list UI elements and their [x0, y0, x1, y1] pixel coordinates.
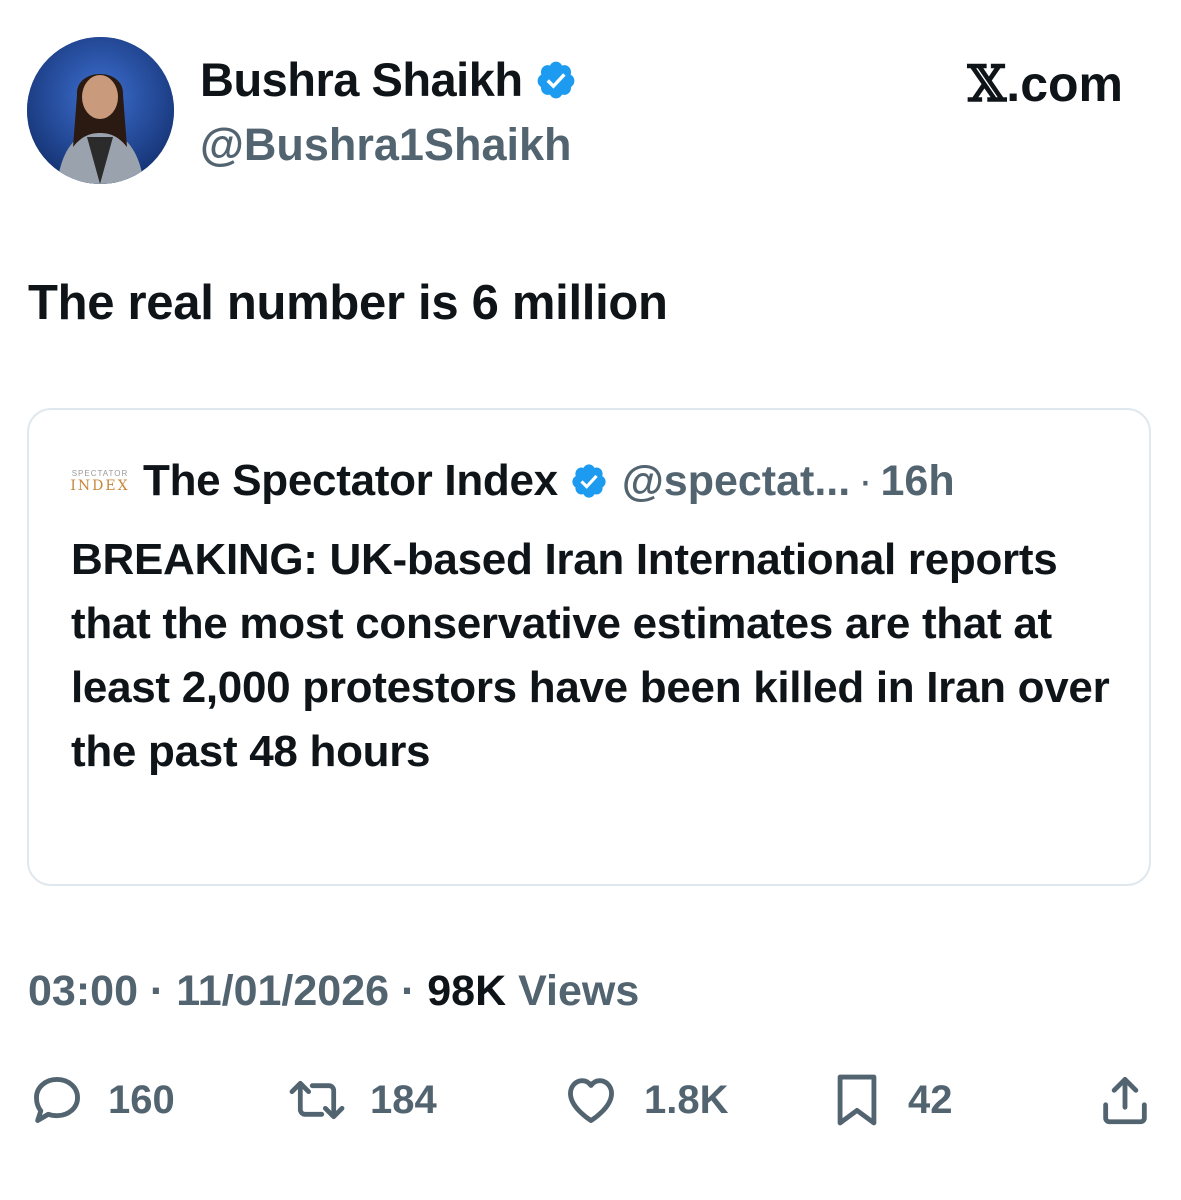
views-label: Views [506, 967, 640, 1015]
like-button[interactable]: 1.8K [560, 1068, 729, 1132]
bookmark-button[interactable]: 42 [828, 1068, 953, 1132]
x-logo-icon: 𝕏 [967, 54, 1007, 113]
header-separator: · [858, 456, 873, 505]
action-bar: 160 184 1.8K 42 [0, 1068, 1181, 1132]
quoted-handle[interactable]: @spectat... [622, 457, 850, 506]
avatar-image [27, 37, 174, 184]
tweet-meta: 03:00 · 11/01/2026 · 98K Views [28, 964, 639, 1018]
author-handle[interactable]: @Bushra1Shaikh [200, 118, 572, 172]
share-button[interactable] [1096, 1068, 1154, 1132]
verified-badge-icon [537, 61, 574, 99]
tweet-text: The real number is 6 million [28, 276, 668, 330]
bookmark-count: 42 [908, 1077, 953, 1122]
meta-separator: · [389, 967, 428, 1015]
verified-badge-icon [572, 464, 606, 498]
quoted-display-name[interactable]: The Spectator Index [143, 456, 558, 506]
x-com-brand: 𝕏 .com [967, 54, 1124, 113]
repost-button[interactable]: 184 [286, 1068, 437, 1132]
meta-separator: · [137, 967, 177, 1015]
tweet-date[interactable]: 11/01/2026 [176, 967, 389, 1015]
reply-count: 160 [108, 1077, 175, 1122]
author-name-row[interactable]: Bushra Shaikh [200, 52, 577, 108]
bookmark-icon [837, 1074, 877, 1126]
heart-icon [568, 1078, 614, 1123]
repost-count: 184 [370, 1077, 437, 1122]
views-count: 98K [427, 967, 507, 1015]
share-icon [1103, 1077, 1147, 1125]
spectator-index-logo[interactable]: SPECTATOR INDEX [70, 461, 130, 501]
quoted-timestamp[interactable]: 16h [881, 457, 955, 506]
quoted-tweet-header: SPECTATOR INDEX The Spectator Index @spe… [70, 456, 955, 506]
reply-button[interactable]: 160 [28, 1068, 175, 1132]
quoted-tweet-card[interactable]: SPECTATOR INDEX The Spectator Index @spe… [27, 408, 1151, 886]
reply-icon [34, 1077, 80, 1123]
author-avatar[interactable] [27, 37, 174, 184]
tweet-time[interactable]: 03:00 [28, 967, 138, 1015]
author-display-name[interactable]: Bushra Shaikh [200, 52, 523, 108]
brand-suffix: .com [1006, 56, 1123, 112]
logo-line-1: SPECTATOR [71, 468, 129, 478]
like-count: 1.8K [644, 1077, 729, 1122]
repost-icon [289, 1080, 345, 1120]
logo-line-2: INDEX [70, 477, 130, 494]
quoted-tweet-text: BREAKING: UK-based Iran International re… [71, 535, 1110, 776]
